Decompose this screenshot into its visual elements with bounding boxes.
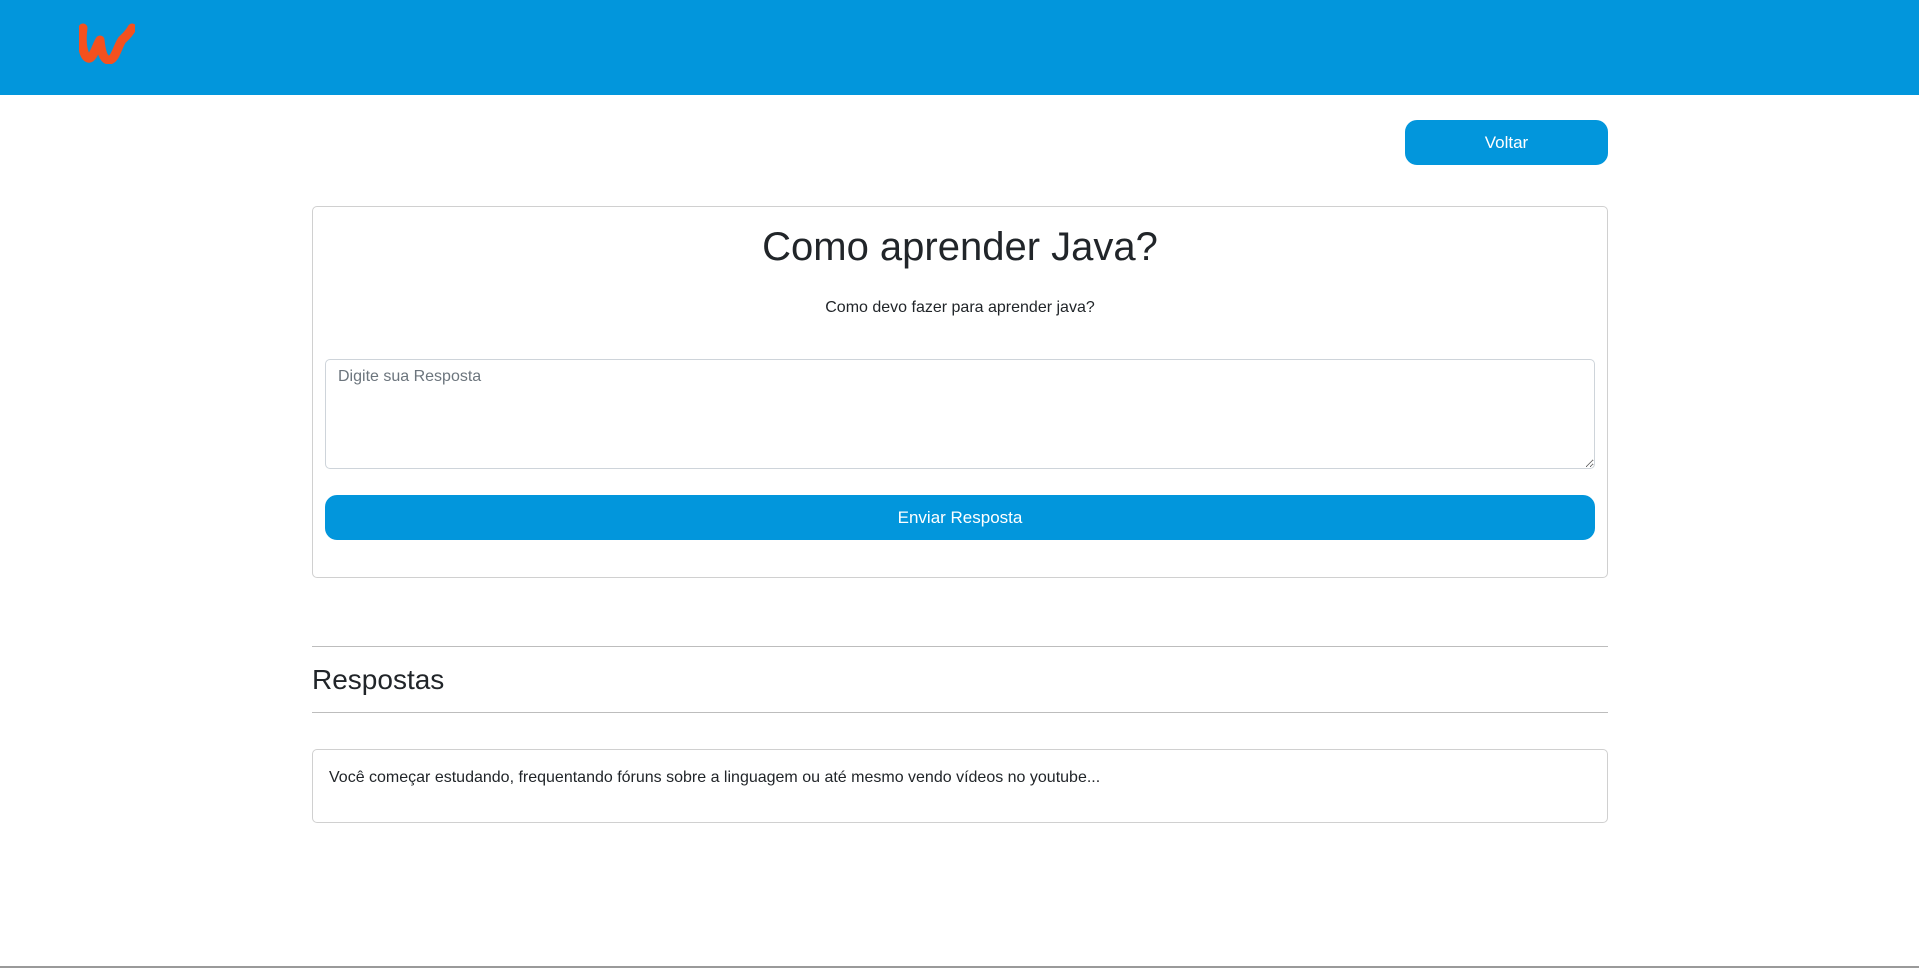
top-navbar <box>0 0 1919 95</box>
question-body: Como devo fazer para aprender java? <box>825 299 1095 316</box>
main-container: Voltar Como aprender Java? Como devo faz… <box>312 95 1608 823</box>
submit-answer-button[interactable]: Enviar Resposta <box>325 495 1595 540</box>
question-card: Como aprender Java? Como devo fazer para… <box>312 206 1608 578</box>
answer-card: Você começar estudando, frequentando fór… <box>312 749 1608 823</box>
answers-heading: Respostas <box>312 664 445 695</box>
wattpad-w-logo-icon[interactable] <box>79 22 135 64</box>
question-title: Como aprender Java? <box>762 225 1158 269</box>
back-row: Voltar <box>312 95 1608 206</box>
answers-bottom-divider <box>312 712 1608 713</box>
answer-textarea[interactable] <box>325 359 1595 469</box>
answers-section: Respostas Você começar estudando, freque… <box>312 646 1608 823</box>
answer-text: Você começar estudando, frequentando fór… <box>329 769 1101 786</box>
back-button[interactable]: Voltar <box>1405 120 1608 165</box>
